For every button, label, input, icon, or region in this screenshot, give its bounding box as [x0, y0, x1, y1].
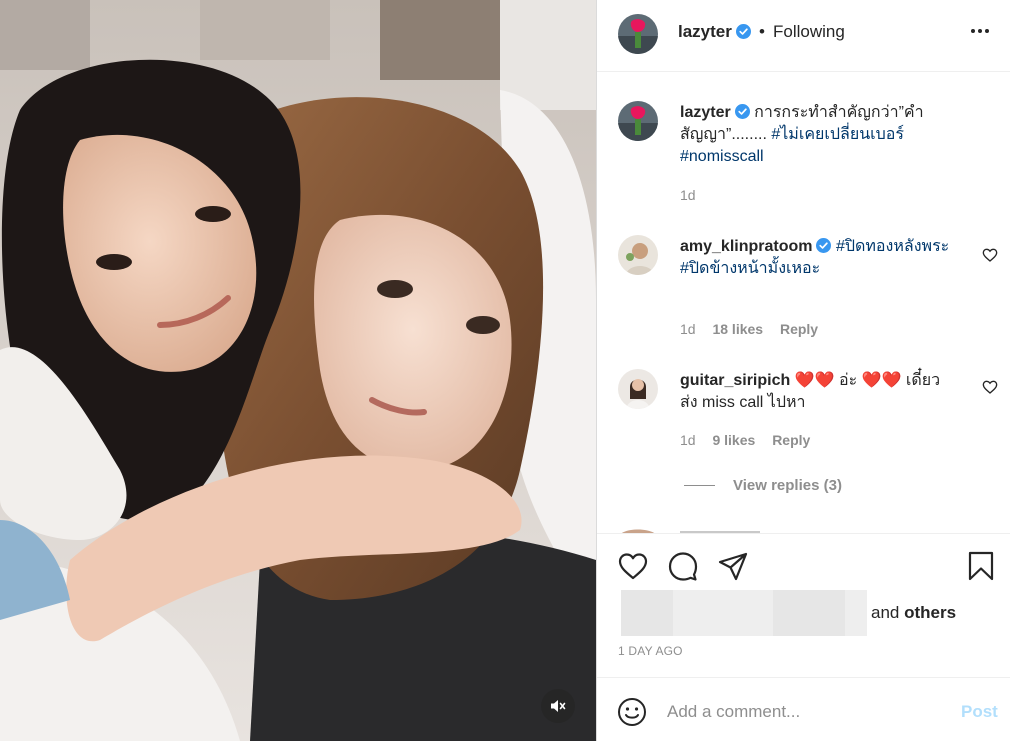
- add-comment-bar: Post: [597, 677, 1010, 741]
- separator-dot: •: [759, 22, 765, 41]
- view-replies-label: View replies (3): [733, 477, 842, 494]
- comment-body: amy_klinpratoom #ปิดทองหลังพระ #ปิดข้างห…: [680, 236, 970, 280]
- avatar-image: [618, 235, 658, 275]
- post-header: lazyter • Following: [597, 0, 1010, 72]
- comment-text: ❤️❤️ อ่ะ ❤️❤️ เดี๋ยว: [794, 372, 941, 389]
- and-text: and: [871, 603, 900, 622]
- comment-likes[interactable]: 18 likes: [712, 321, 763, 337]
- post-button[interactable]: Post: [961, 702, 998, 722]
- comment-meta: 1d 9 likes Reply: [680, 432, 823, 448]
- others-link[interactable]: others: [904, 603, 956, 622]
- avatar[interactable]: [618, 101, 658, 141]
- comment-body: guitar_siripich ❤️❤️ อ่ะ ❤️❤️ เดี๋ยว ส่ง…: [680, 370, 970, 414]
- avatar-image: [618, 369, 658, 409]
- more-options-icon[interactable]: [969, 20, 991, 42]
- avatar-image: [618, 14, 658, 54]
- avatar[interactable]: [618, 369, 658, 409]
- verified-badge-icon: [735, 24, 751, 39]
- redacted-username: [673, 590, 773, 636]
- verified-badge-icon: [816, 238, 832, 253]
- redacted-username: [845, 590, 867, 636]
- post-media[interactable]: [0, 0, 596, 741]
- view-replies-button[interactable]: View replies (3): [684, 477, 842, 494]
- redacted-username: [621, 590, 673, 636]
- comment-username[interactable]: guitar_siripich: [680, 372, 790, 389]
- share-send-icon[interactable]: [717, 550, 749, 582]
- post-actions: and others 1 DAY AGO: [597, 533, 1010, 693]
- comment-bubble-icon[interactable]: [667, 550, 699, 582]
- mute-button[interactable]: [541, 689, 575, 723]
- comment-text: ส่ง miss call ไปหา: [680, 394, 806, 411]
- liked-by-text: and others: [871, 603, 956, 623]
- caption-body: lazyter การกระทำสำคัญกว่า”คำสัญญา”......…: [680, 102, 970, 168]
- comment-likes[interactable]: 9 likes: [712, 432, 755, 448]
- avatar[interactable]: [618, 235, 658, 275]
- following-button[interactable]: Following: [773, 22, 845, 42]
- avatar[interactable]: [618, 14, 658, 54]
- like-comment-heart-icon[interactable]: [982, 379, 998, 395]
- liked-by-row: and others: [621, 590, 956, 636]
- comment-meta: 1d 18 likes Reply: [680, 321, 831, 337]
- post-timestamp[interactable]: 1 DAY AGO: [618, 644, 683, 658]
- hashtag-link[interactable]: #ปิดข้างหน้ามั้งเหอะ: [680, 260, 820, 277]
- divider-line: [684, 485, 715, 486]
- next-comment-peek: [618, 524, 818, 533]
- caption-username[interactable]: lazyter: [680, 104, 731, 121]
- username-text[interactable]: lazyter: [678, 22, 732, 41]
- hashtag-link[interactable]: #nomisscall: [680, 148, 764, 165]
- comment-username[interactable]: amy_klinpratoom: [680, 238, 812, 255]
- comment-time[interactable]: 1d: [680, 321, 696, 337]
- emoji-icon[interactable]: [617, 697, 647, 727]
- caption-meta: 1d: [680, 187, 709, 203]
- redacted-username: [773, 590, 845, 636]
- cropped-comment-image: [622, 529, 760, 533]
- avatar-image: [618, 101, 658, 141]
- hashtag-link[interactable]: #ไม่เคยเปลี่ยนเบอร์: [771, 126, 904, 143]
- comment-time[interactable]: 1d: [680, 432, 696, 448]
- reply-button[interactable]: Reply: [780, 321, 818, 337]
- like-heart-icon[interactable]: [617, 550, 649, 582]
- like-comment-heart-icon[interactable]: [982, 247, 998, 263]
- post-side-panel: lazyter • Following lazyter การกระทำสำคั…: [596, 0, 1010, 741]
- hashtag-link[interactable]: #ปิดทองหลังพระ: [836, 238, 949, 255]
- header-username[interactable]: lazyter: [678, 22, 751, 42]
- save-bookmark-icon[interactable]: [965, 550, 997, 582]
- comment-input[interactable]: [667, 696, 947, 728]
- verified-badge-icon: [734, 104, 750, 119]
- speaker-muted-icon: [551, 700, 566, 712]
- post-photo: [0, 0, 596, 741]
- reply-button[interactable]: Reply: [772, 432, 810, 448]
- caption-time[interactable]: 1d: [680, 187, 696, 203]
- comments-list[interactable]: lazyter การกระทำสำคัญกว่า”คำสัญญา”......…: [597, 73, 1010, 533]
